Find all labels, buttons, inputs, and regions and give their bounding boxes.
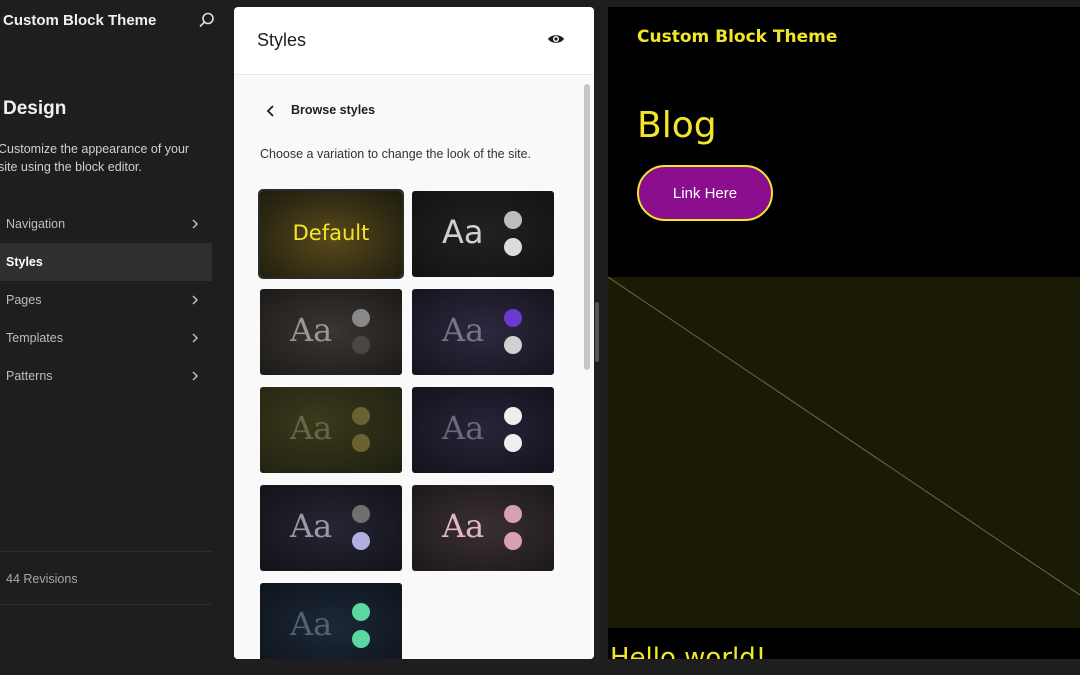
color-swatch <box>352 630 370 648</box>
divider <box>0 551 212 552</box>
color-swatch <box>352 309 370 327</box>
panel-header: Styles <box>234 7 594 75</box>
style-variation-card[interactable]: Aa <box>260 583 402 659</box>
color-swatch <box>504 505 522 523</box>
color-swatch <box>504 336 522 354</box>
chevron-right-icon <box>192 371 199 381</box>
chevron-right-icon <box>192 219 199 229</box>
image-placeholder-line <box>608 276 1080 596</box>
eye-icon[interactable] <box>547 32 565 46</box>
site-preview[interactable]: Custom Block Theme Blog Link Here Hello … <box>608 7 1080 659</box>
color-swatch <box>352 603 370 621</box>
style-variation-card[interactable]: Aa <box>412 387 554 473</box>
style-variation-card[interactable]: Aa <box>260 387 402 473</box>
style-variation-card[interactable]: Aa <box>412 485 554 571</box>
sidebar-item-templates[interactable]: Templates <box>0 319 212 357</box>
color-swatch <box>352 532 370 550</box>
chevron-right-icon <box>192 295 199 305</box>
scrollbar-thumb[interactable] <box>584 84 590 370</box>
site-title[interactable]: Custom Block Theme <box>3 12 156 29</box>
sidebar-item-pages[interactable]: Pages <box>0 281 212 319</box>
sidebar-item-label: Templates <box>6 331 63 345</box>
color-swatch <box>504 309 522 327</box>
sidebar-item-styles[interactable]: Styles <box>0 243 212 281</box>
sidebar-item-label: Navigation <box>6 217 66 231</box>
chevron-right-icon <box>192 333 199 343</box>
styles-panel: Styles Browse styles Choose a variation … <box>234 7 594 659</box>
page-description: Customize the appearance of your site us… <box>0 142 190 174</box>
browse-styles-title: Browse styles <box>291 103 376 117</box>
design-nav: Navigation Styles Pages Templates Patter… <box>0 205 212 395</box>
style-variation-card[interactable]: Aa <box>260 485 402 571</box>
sidebar-item-label: Patterns <box>6 369 53 383</box>
color-swatch <box>352 434 370 452</box>
divider <box>0 604 212 605</box>
style-variation-default[interactable]: Default <box>258 189 404 279</box>
variation-preview-text: Aa <box>290 605 333 643</box>
variation-label: Default <box>292 221 370 245</box>
variation-preview-text: Aa <box>290 507 333 545</box>
color-swatch <box>352 505 370 523</box>
back-arrow-icon[interactable] <box>264 104 278 118</box>
variation-preview-text: Aa <box>442 507 485 545</box>
color-swatch <box>504 434 522 452</box>
color-swatch <box>504 407 522 425</box>
browse-styles-description: Choose a variation to change the look of… <box>260 147 532 161</box>
variation-preview-text: Aa <box>442 409 485 447</box>
preview-heading: Blog <box>637 105 717 146</box>
page-title: Design <box>3 98 67 119</box>
variation-preview-text: Aa <box>290 409 333 447</box>
search-icon[interactable] <box>198 11 216 29</box>
color-swatch <box>504 238 522 256</box>
preview-post-title: Hello world! <box>610 643 767 659</box>
preview-featured-image <box>608 276 1080 628</box>
resize-handle[interactable] <box>595 302 599 362</box>
panel-body: Browse styles Choose a variation to chan… <box>234 76 594 659</box>
sidebar-item-patterns[interactable]: Patterns <box>0 357 212 395</box>
color-swatch <box>504 532 522 550</box>
style-variation-card[interactable]: Aa <box>412 289 554 375</box>
style-variation-card[interactable]: Aa <box>260 289 402 375</box>
variation-preview-text: Aa <box>442 213 484 251</box>
variation-preview-text: Aa <box>442 311 485 349</box>
sidebar-item-navigation[interactable]: Navigation <box>0 205 212 243</box>
color-swatch <box>504 211 522 229</box>
sidebar-item-label: Pages <box>6 293 42 307</box>
color-swatch <box>352 336 370 354</box>
panel-title: Styles <box>257 30 307 50</box>
sidebar: Custom Block Theme Design Customize the … <box>0 0 228 675</box>
revisions-link[interactable]: 44 Revisions <box>6 572 78 586</box>
sidebar-item-label: Styles <box>6 255 43 269</box>
preview-site-title: Custom Block Theme <box>637 27 838 47</box>
preview-link-button[interactable]: Link Here <box>637 165 773 221</box>
color-swatch <box>352 407 370 425</box>
style-variation-card[interactable]: Aa <box>412 191 554 277</box>
variation-preview-text: Aa <box>290 311 333 349</box>
